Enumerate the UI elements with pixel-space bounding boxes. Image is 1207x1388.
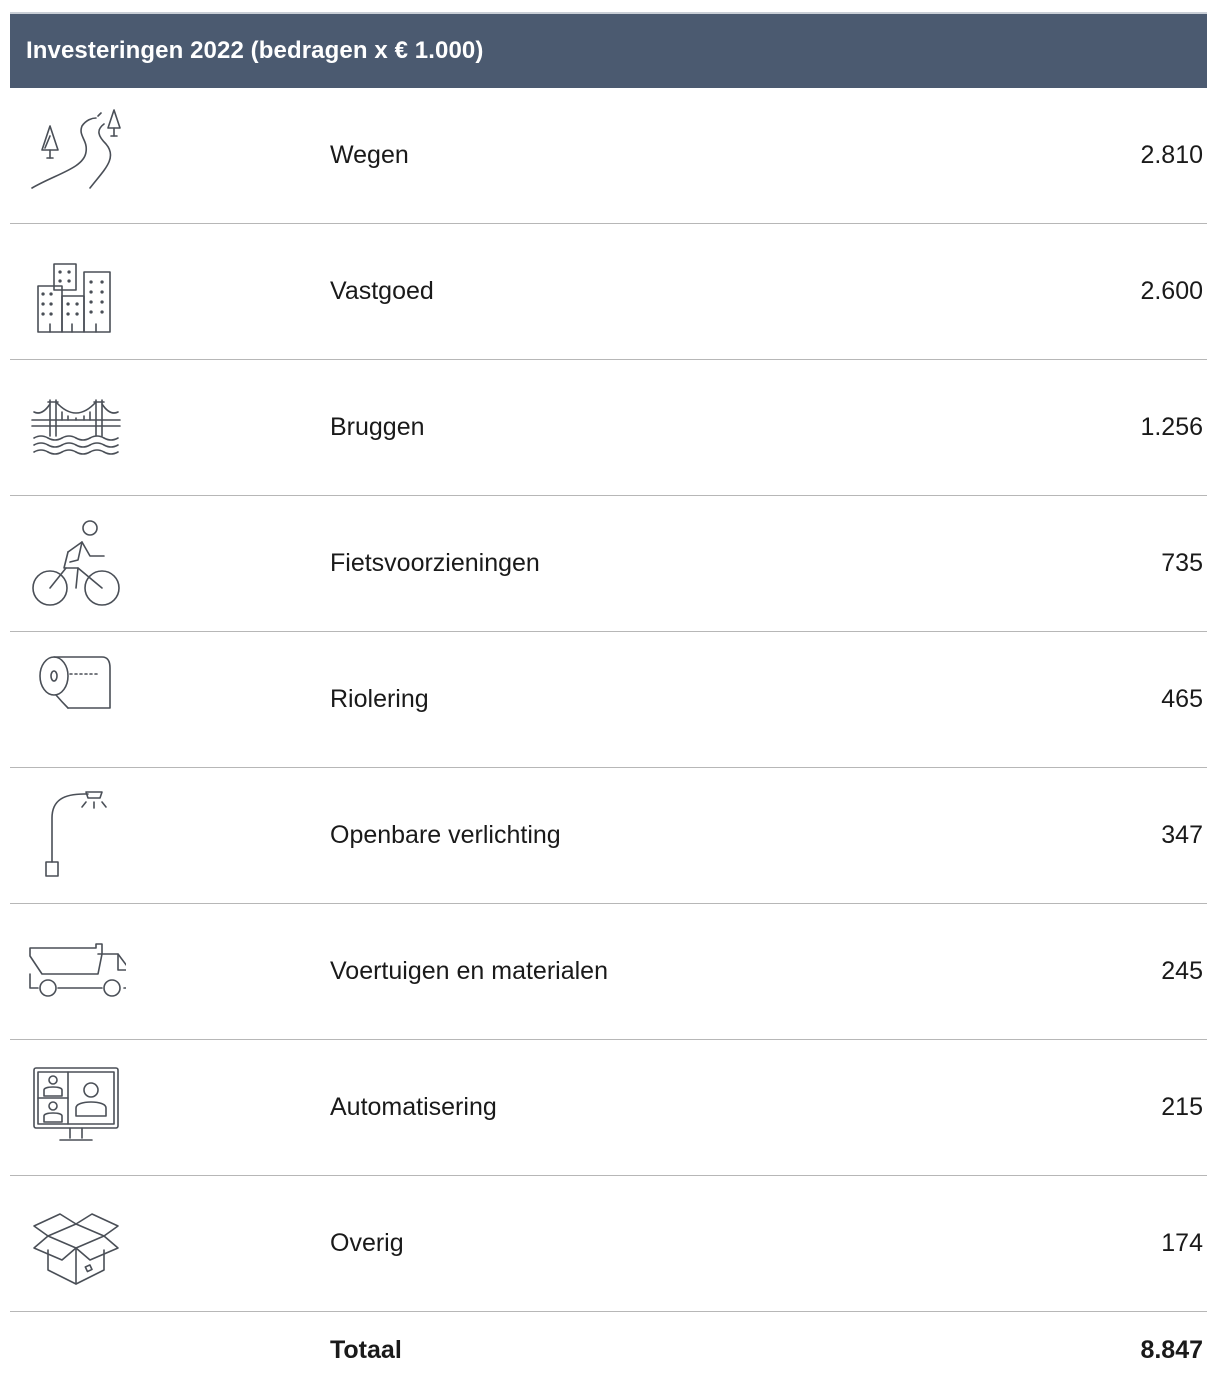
row-label: Riolering: [330, 685, 429, 713]
table-row: Automatisering 215: [10, 1040, 1207, 1176]
open-box-icon: [26, 1196, 126, 1292]
total-row: Totaal 8.847: [10, 1312, 1207, 1388]
table-row: Voertuigen en materialen 245: [10, 904, 1207, 1040]
monitor-video-call-icon: [26, 1060, 126, 1156]
table-row: Overig 174: [10, 1176, 1207, 1312]
row-label: Wegen: [330, 141, 409, 169]
row-value: 1.256: [1140, 413, 1203, 441]
row-value: 215: [1161, 1093, 1203, 1121]
table-row: Riolering 465: [10, 632, 1207, 768]
row-value: 2.600: [1140, 277, 1203, 305]
row-value: 735: [1161, 549, 1203, 577]
cyclist-icon: [26, 516, 126, 612]
row-value: 347: [1161, 821, 1203, 849]
table-row: Vastgoed 2.600: [10, 224, 1207, 360]
row-label: Overig: [330, 1229, 404, 1257]
dump-truck-icon: [26, 924, 131, 1020]
row-label: Voertuigen en materialen: [330, 957, 608, 985]
road-trees-icon: [26, 108, 126, 204]
row-label: Openbare verlichting: [330, 821, 561, 849]
row-value: 245: [1161, 957, 1203, 985]
row-value: 465: [1161, 685, 1203, 713]
row-value: 174: [1161, 1229, 1203, 1257]
bridge-icon: [26, 380, 126, 476]
row-label: Vastgoed: [330, 277, 434, 305]
table-header: Investeringen 2022 (bedragen x € 1.000): [10, 12, 1207, 88]
row-label: Automatisering: [330, 1093, 497, 1121]
investments-table: Investeringen 2022 (bedragen x € 1.000) …: [10, 12, 1207, 1388]
total-value: 8.847: [1140, 1335, 1203, 1364]
table-row: Fietsvoorzieningen 735: [10, 496, 1207, 632]
table-row: Openbare verlichting 347: [10, 768, 1207, 904]
row-label: Bruggen: [330, 413, 425, 441]
street-lamp-icon: [26, 788, 126, 884]
sewer-pipe-roll-icon: [26, 652, 126, 748]
row-value: 2.810: [1140, 141, 1203, 169]
total-label: Totaal: [330, 1335, 402, 1364]
row-label: Fietsvoorzieningen: [330, 549, 540, 577]
buildings-icon: [26, 244, 126, 340]
table-row: Wegen 2.810: [10, 88, 1207, 224]
table-row: Bruggen 1.256: [10, 360, 1207, 496]
table-title: Investeringen 2022 (bedragen x € 1.000): [26, 37, 484, 64]
